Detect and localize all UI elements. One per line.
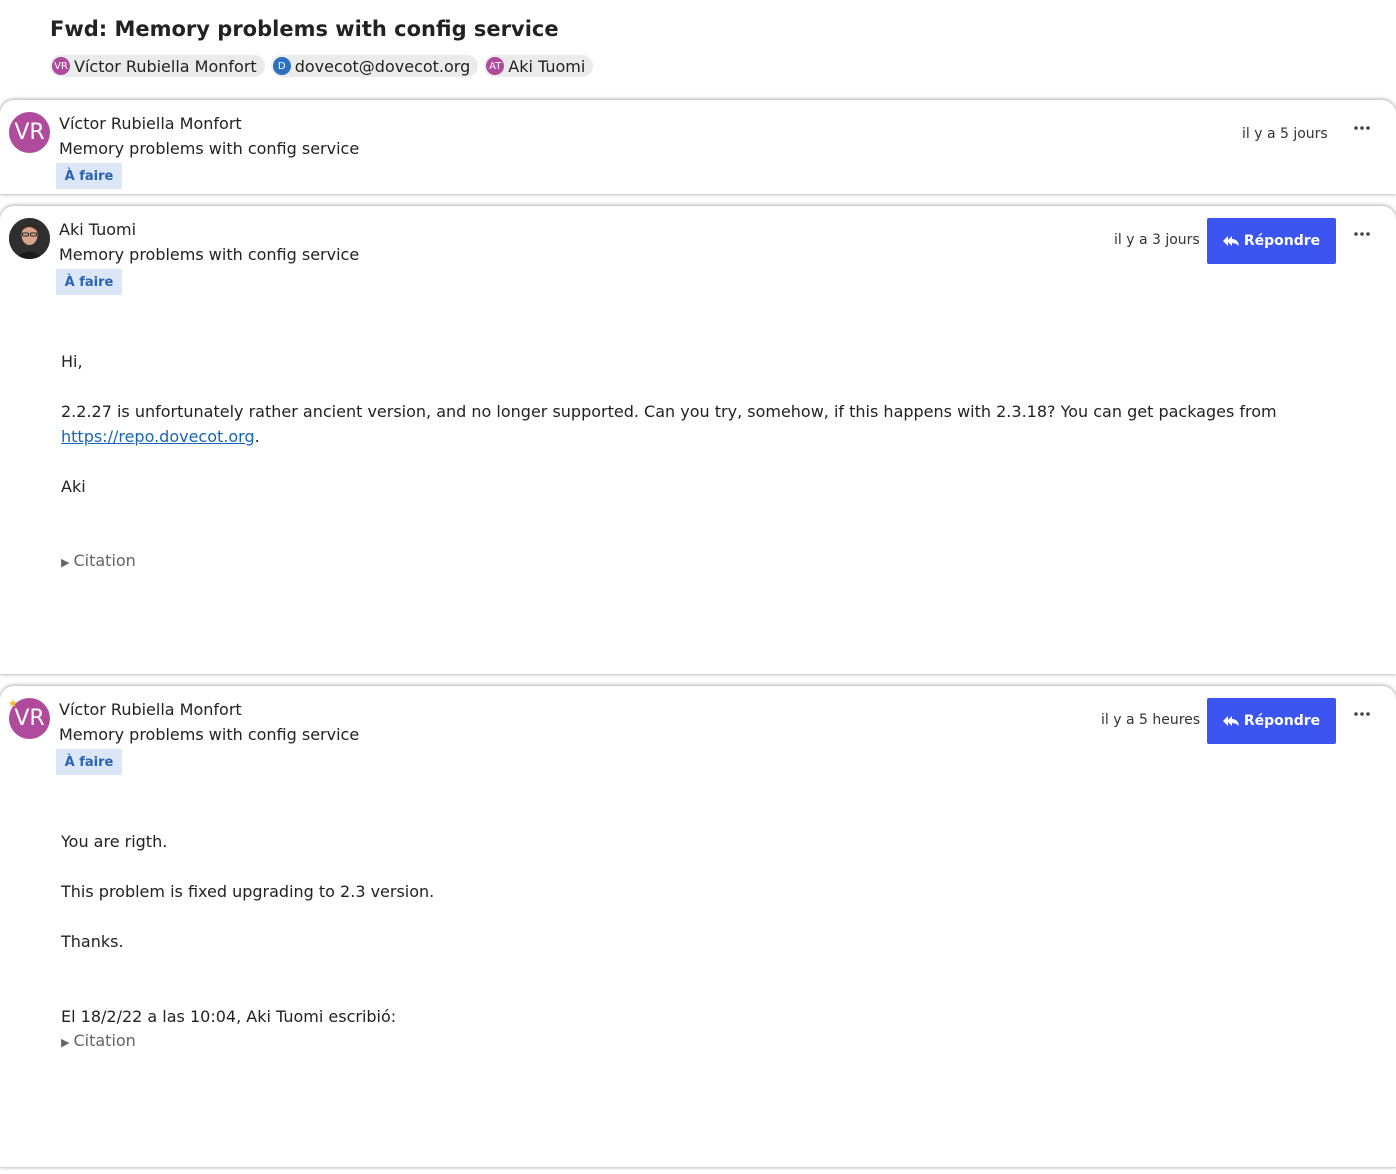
message-subject: Memory problems with config service	[59, 245, 360, 264]
more-actions-button[interactable]	[1350, 116, 1374, 140]
more-horizontal-icon	[1354, 232, 1370, 236]
more-horizontal-icon	[1354, 712, 1370, 716]
quote-header: El 18/2/22 a las 10:04, Aki Tuomi escrib…	[61, 1007, 397, 1026]
citation-toggle[interactable]: ▶ Citation	[61, 551, 136, 570]
message-time: il y a 5 heures	[1101, 712, 1201, 728]
star-icon: ★	[8, 697, 18, 710]
citation-label: Citation	[73, 1031, 136, 1050]
repo-link[interactable]: https://repo.dovecot.org	[61, 427, 255, 446]
citation-toggle[interactable]: ▶ Citation	[61, 1031, 136, 1050]
more-horizontal-icon	[1354, 126, 1370, 130]
user-photo-icon	[9, 218, 50, 259]
participant-chip[interactable]: D dovecot@dovecot.org	[270, 55, 479, 77]
sender-name: Víctor Rubiella Monfort	[59, 700, 242, 719]
participant-name: Aki Tuomi	[508, 56, 586, 76]
participant-name: Víctor Rubiella Monfort	[74, 56, 257, 76]
message-time: il y a 5 jours	[1242, 126, 1328, 142]
citation-label: Citation	[73, 551, 136, 570]
reply-button-label: Répondre	[1243, 233, 1321, 249]
reply-all-icon	[1222, 716, 1239, 726]
body-signoff: Aki	[61, 477, 86, 496]
sender-avatar: VR ★	[8, 697, 50, 739]
todo-tag[interactable]: À faire	[56, 749, 122, 775]
participant-avatar: VR	[52, 57, 70, 75]
body-line: You are rigth.	[61, 832, 168, 851]
triangle-right-icon: ▶	[61, 556, 70, 569]
participant-chip[interactable]: AT Aki Tuomi	[484, 55, 594, 77]
body-line: This problem is fixed upgrading to 2.3 v…	[61, 882, 435, 901]
todo-tag[interactable]: À faire	[56, 269, 122, 295]
participant-avatar: D	[272, 57, 291, 75]
avatar-initials: VR	[14, 706, 45, 731]
message-card: Aki Tuomi Memory problems with config se…	[0, 206, 1396, 674]
message-time: il y a 3 jours	[1114, 232, 1200, 248]
participant-chip[interactable]: VR Víctor Rubiella Monfort	[50, 55, 265, 77]
participant-avatar: AT	[486, 57, 505, 75]
message-subject: Memory problems with config service	[59, 139, 360, 158]
sender-avatar	[9, 218, 50, 259]
body-greeting: Hi,	[61, 352, 83, 371]
more-actions-button[interactable]	[1350, 702, 1374, 726]
participant-name: dovecot@dovecot.org	[294, 56, 471, 76]
sender-name: Aki Tuomi	[59, 220, 137, 239]
message-card: VR ★ Víctor Rubiella Monfort Memory prob…	[0, 686, 1396, 1167]
thread-title: Fwd: Memory problems with config service	[50, 17, 559, 41]
message-subject: Memory problems with config service	[59, 725, 360, 744]
reply-button[interactable]: Répondre	[1207, 218, 1336, 264]
message-card[interactable]: VR Víctor Rubiella Monfort Memory proble…	[0, 100, 1396, 194]
sender-avatar: VR	[9, 112, 50, 153]
reply-all-icon	[1222, 236, 1239, 246]
body-paragraph: 2.2.27 is unfortunately rather ancient v…	[61, 399, 1351, 449]
link-suffix: .	[254, 427, 260, 446]
reply-button-label: Répondre	[1243, 713, 1321, 729]
body-text-line: 2.2.27 is unfortunately rather ancient v…	[61, 402, 1277, 421]
triangle-right-icon: ▶	[61, 1036, 70, 1049]
body-line: Thanks.	[61, 932, 124, 951]
more-actions-button[interactable]	[1350, 222, 1374, 246]
sender-name: Víctor Rubiella Monfort	[59, 114, 242, 133]
participant-list: VR Víctor Rubiella Monfort D dovecot@dov…	[50, 55, 594, 77]
todo-tag[interactable]: À faire	[56, 163, 122, 189]
reply-button[interactable]: Répondre	[1207, 698, 1336, 744]
